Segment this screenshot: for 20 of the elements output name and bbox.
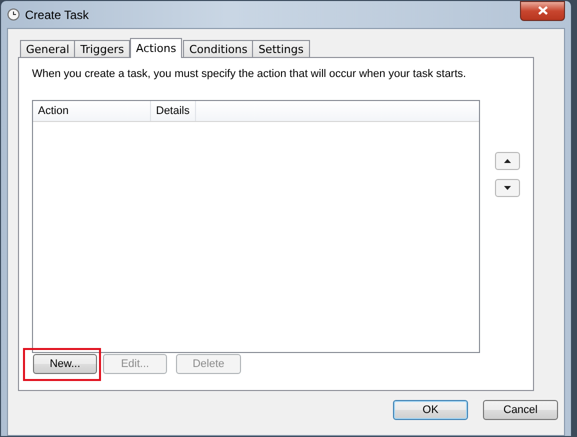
window-title: Create Task <box>25 8 89 22</box>
column-header[interactable]: Action <box>33 101 151 121</box>
tab[interactable]: Conditions <box>183 40 254 57</box>
cancel-button[interactable]: Cancel <box>483 400 558 420</box>
action-list[interactable]: Action Details <box>32 100 480 353</box>
new-button[interactable]: New... <box>33 354 97 374</box>
tab[interactable]: Settings <box>252 40 310 57</box>
clock-icon <box>7 8 20 21</box>
column-header[interactable]: Details <box>151 101 196 121</box>
tab[interactable]: General <box>20 40 76 57</box>
tab[interactable]: Actions <box>130 38 182 58</box>
close-button[interactable] <box>520 0 565 20</box>
close-icon <box>538 6 548 15</box>
caret-up-icon <box>504 159 511 163</box>
move-up-button[interactable] <box>495 152 520 170</box>
ok-button[interactable]: OK <box>393 400 468 420</box>
description-text: When you create a task, you must specify the action that will occur when your task starts. <box>32 68 468 80</box>
tab[interactable]: Triggers <box>74 40 130 57</box>
move-down-button[interactable] <box>495 179 520 197</box>
caret-down-icon <box>504 186 511 190</box>
